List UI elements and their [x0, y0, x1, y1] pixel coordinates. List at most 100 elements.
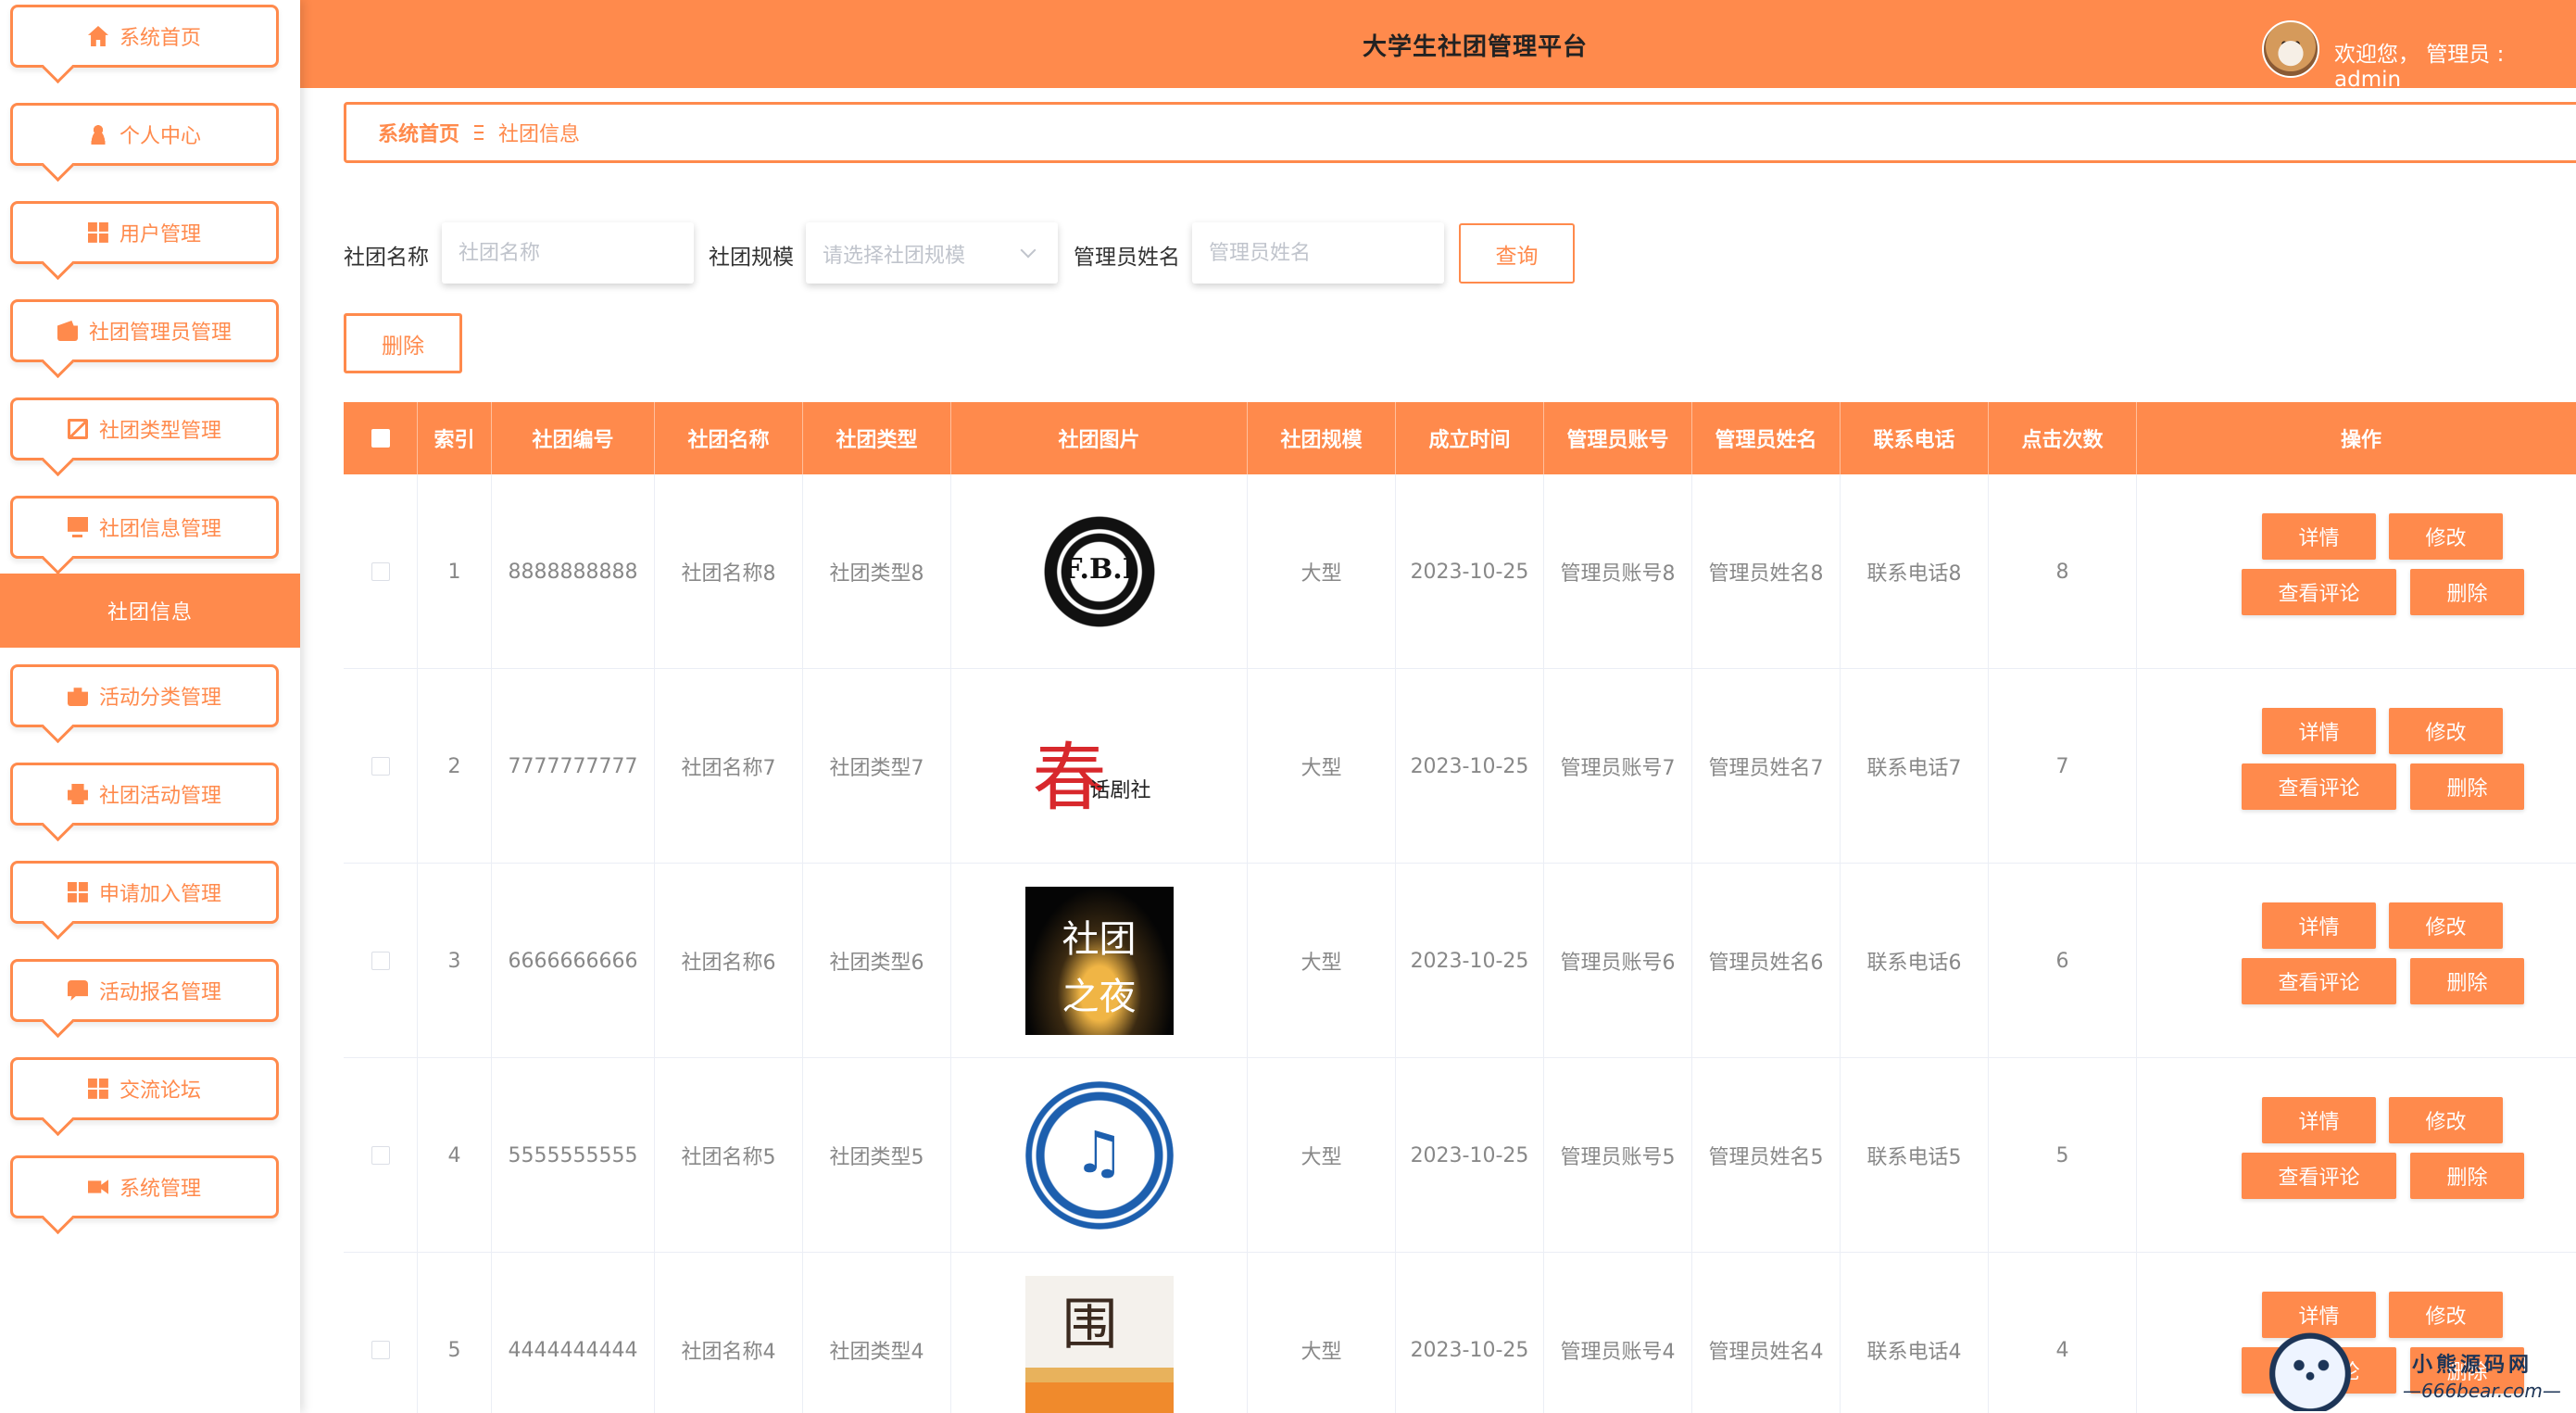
sidebar-item-activity-signups[interactable]: 活动报名管理	[10, 959, 279, 1022]
watermark-title: 小熊源码网	[2412, 1353, 2533, 1377]
view-comments-button[interactable]: 查看评论	[2242, 958, 2396, 1004]
submenu-club-info[interactable]: 社团信息	[0, 574, 300, 648]
sidebar-item-profile[interactable]: 个人中心	[10, 103, 279, 166]
row-checkbox[interactable]	[371, 757, 390, 776]
logo-text: 社团	[1062, 918, 1137, 961]
row-checkbox[interactable]	[371, 952, 390, 970]
cell-account: 管理员账号4	[1544, 1253, 1692, 1413]
edit-button[interactable]: 修改	[2389, 902, 2503, 949]
delete-button[interactable]: 删除	[2410, 569, 2524, 615]
row-checkbox[interactable]	[371, 1146, 390, 1165]
cell-account: 管理员账号7	[1544, 669, 1692, 864]
sidebar-item-club-info[interactable]: 社团信息管理	[10, 496, 279, 559]
cell-scale: 大型	[1248, 1253, 1396, 1413]
sidebar-item-label: 活动报名管理	[98, 981, 221, 1004]
music-note-icon: ♫	[1073, 1118, 1125, 1186]
col-phone: 联系电话	[1841, 402, 1989, 474]
view-comments-button[interactable]: 查看评论	[2242, 569, 2396, 615]
cell-admin: 管理员姓名4	[1692, 1253, 1841, 1413]
bear-logo-icon	[2255, 1328, 2366, 1411]
cell-phone: 联系电话5	[1841, 1058, 1989, 1253]
watermark-url: —666bear.com—	[2403, 1380, 2561, 1402]
sidebar: 系统首页 个人中心 用户管理 社团管理员管理 社团类型管理 社团信息管理 社团信…	[0, 0, 300, 1413]
table-row: 4 5555555555 社团名称5 社团类型5 ♫ 大型 2023-10-25…	[344, 1058, 2576, 1253]
admin-name-input[interactable]	[1192, 222, 1444, 284]
col-name: 社团名称	[655, 402, 803, 474]
sidebar-item-join-requests[interactable]: 申请加入管理	[10, 861, 279, 924]
cell-clicks: 7	[1989, 669, 2137, 864]
cell-image: 春话剧社	[951, 669, 1248, 864]
cell-scale: 大型	[1248, 864, 1396, 1058]
query-button[interactable]: 查询	[1459, 223, 1575, 284]
cell-actions: 详情 修改 查看评论 删除	[2137, 474, 2576, 669]
edit-button[interactable]: 修改	[2389, 1097, 2503, 1143]
col-actions: 操作	[2340, 429, 2381, 452]
edit-button[interactable]: 修改	[2389, 513, 2503, 560]
cell-name: 社团名称5	[655, 1058, 803, 1253]
cell-scale: 大型	[1248, 669, 1396, 864]
breadcrumb-current: 社团信息	[498, 123, 581, 146]
page-title: 大学生社团管理平台	[1363, 33, 1589, 61]
sidebar-item-club-activities[interactable]: 社团活动管理	[10, 763, 279, 826]
cell-image: ♫	[951, 1058, 1248, 1253]
detail-button[interactable]: 详情	[2262, 1097, 2376, 1143]
col-scale: 社团规模	[1248, 402, 1396, 474]
cell-actions: 详情 修改 查看评论 删除	[2137, 1058, 2576, 1253]
cell-account: 管理员账号5	[1544, 1058, 1692, 1253]
delete-button[interactable]: 删除	[2410, 958, 2524, 1004]
club-name-label: 社团名称	[344, 246, 429, 270]
detail-button[interactable]: 详情	[2262, 902, 2376, 949]
grid-icon	[67, 882, 88, 902]
view-comments-button[interactable]: 查看评论	[2242, 1153, 2396, 1199]
sidebar-item-users[interactable]: 用户管理	[10, 201, 279, 264]
row-checkbox[interactable]	[371, 562, 390, 581]
chat-icon	[67, 980, 88, 1001]
cell-phone: 联系电话4	[1841, 1253, 1989, 1413]
sidebar-item-club-types[interactable]: 社团类型管理	[10, 397, 279, 460]
edit-button[interactable]: 修改	[2389, 708, 2503, 754]
batch-delete-button[interactable]: 删除	[344, 313, 462, 373]
sidebar-item-home[interactable]: 系统首页	[10, 5, 279, 68]
sidebar-item-system[interactable]: 系统管理	[10, 1155, 279, 1218]
breadcrumb-home[interactable]: 系统首页	[378, 118, 459, 147]
cell-actions: 详情 修改 查看评论 删除	[2137, 669, 2576, 864]
cell-code: 6666666666	[492, 864, 655, 1058]
user-icon	[87, 124, 108, 145]
col-image: 社团图片	[951, 402, 1248, 474]
select-all-checkbox[interactable]	[371, 429, 390, 448]
view-comments-button[interactable]: 查看评论	[2242, 763, 2396, 810]
logo-text: F.B.I	[1062, 553, 1136, 586]
cell-clicks: 8	[1989, 474, 2137, 669]
table-header: 索引 社团编号 社团名称 社团类型 社团图片 社团规模 成立时间 管理员账号 管…	[344, 402, 2576, 474]
delete-button[interactable]: 删除	[2410, 1153, 2524, 1199]
col-admin: 管理员姓名	[1692, 402, 1841, 474]
sidebar-item-club-admins[interactable]: 社团管理员管理	[10, 299, 279, 362]
detail-button[interactable]: 详情	[2262, 513, 2376, 560]
sidebar-item-activity-categories[interactable]: 活动分类管理	[10, 664, 279, 727]
detail-button[interactable]: 详情	[2262, 708, 2376, 754]
cell-scale: 大型	[1248, 474, 1396, 669]
club-name-input[interactable]	[442, 222, 694, 284]
cell-clicks: 5	[1989, 1058, 2137, 1253]
delete-button[interactable]: 删除	[2410, 763, 2524, 810]
sidebar-item-forum[interactable]: 交流论坛	[10, 1057, 279, 1120]
logo-text: 话剧社	[1089, 779, 1151, 802]
sidebar-item-label: 个人中心	[119, 125, 201, 148]
grid-icon	[87, 1079, 108, 1099]
cell-name: 社团名称6	[655, 864, 803, 1058]
row-checkbox[interactable]	[371, 1341, 390, 1359]
cell-admin: 管理员姓名7	[1692, 669, 1841, 864]
sidebar-item-label: 用户管理	[119, 223, 201, 246]
cell-admin: 管理员姓名8	[1692, 474, 1841, 669]
club-logo-image: 春话剧社	[1025, 692, 1174, 840]
cell-date: 2023-10-25	[1396, 1253, 1544, 1413]
cell-code: 7777777777	[492, 669, 655, 864]
chart-icon	[67, 419, 88, 439]
club-logo-image: 围	[1024, 1276, 1174, 1413]
cell-image: F.B.I	[951, 474, 1248, 669]
logo-glyph: 春	[1032, 735, 1107, 821]
cell-date: 2023-10-25	[1396, 1058, 1544, 1253]
select-all-cell	[344, 402, 418, 474]
sidebar-item-label: 社团管理员管理	[88, 322, 232, 345]
avatar[interactable]	[2262, 20, 2319, 78]
